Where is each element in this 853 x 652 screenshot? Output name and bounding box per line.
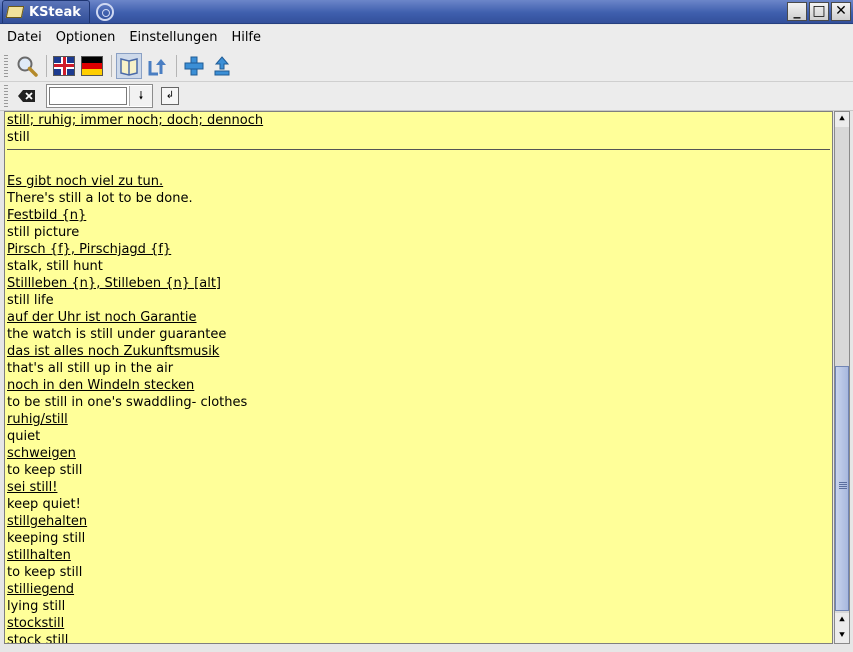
menu-optionen[interactable]: Optionen [49, 30, 123, 45]
result-english: keeping still [7, 531, 86, 546]
result-english: There's still a lot to be done. [7, 191, 193, 206]
result-german: sei still! [7, 480, 58, 495]
vertical-scrollbar[interactable]: ⯅ ⯅ ⯆ [834, 111, 850, 644]
result-german: schweigen [7, 446, 76, 461]
result-german: Stillleben {n}, Stilleben {n} [alt] [7, 276, 221, 291]
search-combobox[interactable]: 🠗 [46, 84, 153, 108]
scrollbar-thumb[interactable] [835, 366, 849, 611]
result-english: that's all still up in the air [7, 361, 174, 376]
result-english: quiet [7, 429, 41, 444]
result-german: noch in den Windeln stecken [7, 378, 195, 393]
sticky-window-icon[interactable] [95, 2, 114, 21]
menu-einstellungen[interactable]: Einstellungen [122, 30, 224, 45]
toolbar-grip[interactable] [4, 54, 8, 77]
uk-flag-icon [53, 55, 75, 76]
window-controls: _ □ ✕ [787, 2, 851, 21]
results-list: Es gibt noch viel zu tun. There's still … [5, 173, 832, 644]
search-toolbar: 🠗 ↲ [0, 82, 853, 111]
search-button[interactable] [14, 53, 40, 79]
results-view[interactable]: still; ruhig; immer noch; doch; dennoch … [4, 111, 833, 644]
clear-text-icon [18, 90, 35, 102]
scroll-down-button[interactable]: ⯆ [835, 628, 849, 643]
toolbar-grip[interactable] [4, 85, 8, 107]
result-german: Es gibt noch viel zu tun. [7, 174, 164, 189]
upload-icon [214, 55, 230, 75]
scroll-up-button-bottom[interactable]: ⯅ [835, 613, 849, 628]
result-english: stalk, still hunt [7, 259, 103, 274]
toolbar-separator [176, 54, 177, 77]
title-bar: KSteak _ □ ✕ [0, 0, 853, 24]
enter-icon[interactable]: ↲ [161, 87, 179, 105]
german-direction-button[interactable] [79, 53, 105, 79]
menu-datei[interactable]: Datei [0, 30, 49, 45]
window-title-tab[interactable]: KSteak [2, 0, 90, 23]
result-german: Pirsch {f}, Pirschjagd {f} [7, 242, 172, 257]
magnifier-icon [17, 56, 38, 77]
result-german: ruhig/still [7, 412, 68, 427]
result-german: stillhalten [7, 548, 71, 563]
result-english: still life [7, 293, 54, 308]
toolbar-separator [111, 54, 112, 77]
result-header-english: still [7, 130, 30, 145]
search-input[interactable] [49, 87, 127, 105]
result-german: stillgehalten [7, 514, 88, 529]
english-direction-button[interactable] [51, 53, 77, 79]
result-german: stilliegend [7, 582, 75, 597]
result-german: auf der Uhr ist noch Garantie [7, 310, 197, 325]
import-button[interactable] [209, 53, 235, 79]
book-icon [5, 6, 25, 18]
result-english: stock still [7, 633, 69, 644]
result-german: stockstill [7, 616, 65, 631]
result-english: lying still [7, 599, 66, 614]
result-english: keep quiet! [7, 497, 81, 512]
menu-bar: Datei Optionen Einstellungen Hilfe [0, 25, 853, 51]
dictionary-button[interactable] [116, 52, 142, 79]
result-english: to keep still [7, 463, 83, 478]
menu-hilfe[interactable]: Hilfe [224, 30, 268, 45]
minimize-button[interactable]: _ [787, 2, 807, 21]
german-flag-icon [81, 55, 103, 76]
result-german: das ist alles noch Zukunftsmusik [7, 344, 220, 359]
result-header-german: still; ruhig; immer noch; doch; dennoch [7, 113, 264, 128]
open-book-icon [120, 57, 138, 76]
clear-search-button[interactable] [14, 83, 40, 109]
toolbar-separator [46, 54, 47, 77]
result-german: Festbild {n} [7, 208, 87, 223]
window-title: KSteak [29, 4, 81, 20]
close-button[interactable]: ✕ [831, 2, 851, 21]
main-toolbar [0, 50, 853, 82]
reload-button[interactable] [144, 53, 170, 79]
scroll-up-button[interactable]: ⯅ [835, 112, 849, 127]
add-entry-button[interactable] [181, 53, 207, 79]
result-english: to be still in one's swaddling- clothes [7, 395, 248, 410]
maximize-button[interactable]: □ [809, 2, 829, 21]
result-english: to keep still [7, 565, 83, 580]
plus-icon [184, 56, 204, 75]
copy-arrow-icon [148, 58, 166, 75]
chevron-down-icon[interactable]: 🠗 [129, 86, 152, 106]
result-english: the watch is still under guarantee [7, 327, 227, 342]
result-english: still picture [7, 225, 80, 240]
